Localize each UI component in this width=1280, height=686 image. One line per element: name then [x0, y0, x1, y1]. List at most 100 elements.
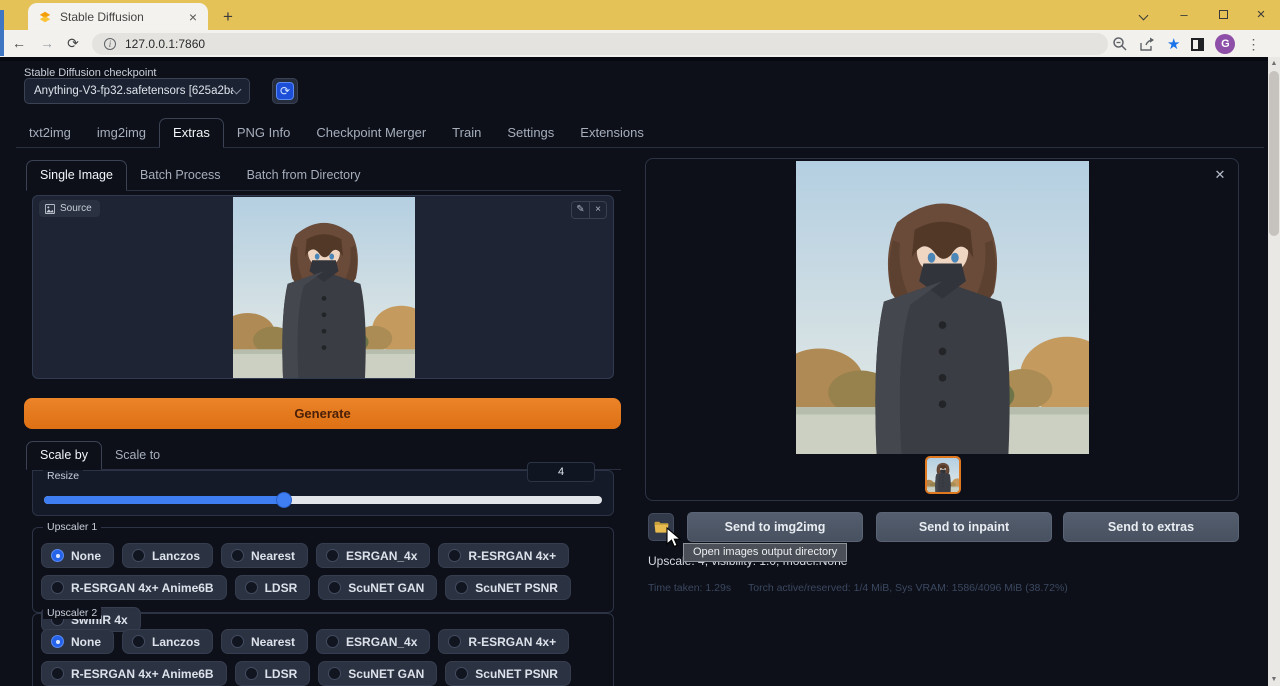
result-image[interactable] — [796, 161, 1089, 454]
page-scrollbar[interactable]: ▲ ▼ — [1268, 57, 1280, 686]
mouse-cursor — [666, 527, 682, 549]
site-info-icon[interactable]: i — [104, 38, 116, 50]
folder-tooltip: Open images output directory — [683, 543, 847, 562]
resize-slider[interactable] — [44, 493, 602, 507]
radio-nearest[interactable]: Nearest — [221, 629, 308, 654]
upscaler1-label: Upscaler 1 — [43, 521, 101, 533]
new-tab-button[interactable]: + — [216, 5, 240, 29]
tab-single-image[interactable]: Single Image — [26, 160, 127, 191]
share-icon[interactable] — [1139, 37, 1156, 52]
radio-scunet-psnr[interactable]: ScuNET PSNR — [445, 661, 571, 686]
radio-scunet-gan[interactable]: ScuNET GAN — [318, 575, 437, 600]
radio-esrgan4x[interactable]: ESRGAN_4x — [316, 629, 430, 654]
radio-icon — [448, 635, 461, 648]
scrollbar-thumb[interactable] — [1269, 71, 1279, 236]
send-to-inpaint-button[interactable]: Send to inpaint — [876, 512, 1052, 542]
refresh-checkpoints-button[interactable]: ⟳ — [272, 78, 298, 104]
resize-number-input[interactable]: 4 — [527, 462, 595, 482]
scroll-down-icon[interactable]: ▼ — [1268, 673, 1280, 686]
send-to-img2img-button[interactable]: Send to img2img — [687, 512, 863, 542]
source-image-dropzone[interactable]: Source ✎ × — [32, 195, 614, 379]
vram-text: Torch active/reserved: 1/4 MiB, Sys VRAM… — [748, 582, 1068, 594]
generate-button[interactable]: Generate — [24, 398, 621, 429]
browser-tab[interactable]: Stable Diffusion × — [28, 3, 208, 30]
address-bar[interactable]: i 127.0.0.1:7860 — [92, 33, 1108, 55]
tab-checkpoint-merger[interactable]: Checkpoint Merger — [303, 119, 439, 147]
slider-handle[interactable] — [277, 493, 291, 507]
radio-lanczos[interactable]: Lanczos — [122, 629, 213, 654]
radio-icon — [326, 549, 339, 562]
tab-scale-by[interactable]: Scale by — [26, 441, 102, 470]
tab-img2img[interactable]: img2img — [84, 119, 159, 147]
close-window-button[interactable]: × — [1246, 0, 1276, 30]
radio-icon — [245, 581, 258, 594]
radio-resrgan4x[interactable]: R-ESRGAN 4x+ — [438, 629, 569, 654]
tab-extras[interactable]: Extras — [159, 118, 224, 148]
thumbnail-image — [927, 458, 959, 492]
result-gallery: ✕ — [645, 158, 1239, 501]
tab-scale-to[interactable]: Scale to — [102, 442, 173, 469]
back-button[interactable]: ← — [8, 33, 30, 55]
radio-resrgan-anime6b[interactable]: R-ESRGAN 4x+ Anime6B — [41, 661, 227, 686]
browser-menu-icon[interactable]: ⋮ — [1246, 36, 1260, 53]
send-to-extras-button[interactable]: Send to extras — [1063, 512, 1239, 542]
radio-scunet-gan[interactable]: ScuNET GAN — [318, 661, 437, 686]
tabsearch-chevron-icon[interactable] — [1128, 0, 1158, 30]
radio-none[interactable]: None — [41, 629, 114, 654]
radio-icon — [231, 635, 244, 648]
tab-train[interactable]: Train — [439, 119, 494, 147]
resize-block: Resize 4 — [32, 470, 614, 516]
radio-icon — [455, 581, 468, 594]
radio-icon — [455, 667, 468, 680]
image-tools: ✎ × — [571, 201, 607, 219]
radio-resrgan4x[interactable]: R-ESRGAN 4x+ — [438, 543, 569, 568]
window-edge-accent — [0, 10, 4, 56]
radio-esrgan4x[interactable]: ESRGAN_4x — [316, 543, 430, 568]
minimize-button[interactable]: – — [1169, 0, 1199, 30]
tab-extensions[interactable]: Extensions — [567, 119, 657, 147]
forward-button[interactable]: → — [36, 33, 58, 55]
slider-fill — [44, 496, 284, 504]
tab-settings[interactable]: Settings — [494, 119, 567, 147]
radio-lanczos[interactable]: Lanczos — [122, 543, 213, 568]
radio-ldsr[interactable]: LDSR — [235, 661, 311, 686]
maximize-button[interactable] — [1208, 0, 1238, 30]
sidepanel-icon[interactable] — [1191, 38, 1204, 51]
radio-icon — [51, 549, 64, 562]
radio-icon — [328, 581, 341, 594]
radio-icon — [231, 549, 244, 562]
radio-icon — [448, 549, 461, 562]
gallery-close-icon[interactable]: ✕ — [1212, 167, 1228, 183]
scroll-up-icon[interactable]: ▲ — [1268, 57, 1280, 70]
chevron-down-icon — [232, 84, 242, 94]
tab-batch-from-directory[interactable]: Batch from Directory — [234, 161, 374, 190]
upscaler1-block: Upscaler 1 None Lanczos Nearest ESRGAN_4… — [32, 527, 614, 613]
clear-image-icon[interactable]: × — [589, 202, 606, 218]
time-taken-text: Time taken: 1.29s — [648, 582, 731, 594]
edit-pencil-icon[interactable]: ✎ — [572, 202, 589, 218]
radio-nearest[interactable]: Nearest — [221, 543, 308, 568]
checkpoint-value: Anything-V3-fp32.safetensors [625a2ba2] — [34, 85, 233, 97]
radio-resrgan-anime6b[interactable]: R-ESRGAN 4x+ Anime6B — [41, 575, 227, 600]
radio-icon — [51, 581, 64, 594]
source-chip-label: Source — [60, 203, 92, 214]
radio-icon — [51, 667, 64, 680]
zoom-icon[interactable] — [1112, 36, 1128, 52]
app-window: Stable Diffusion × + – × ← → ⟳ i 127.0.0… — [0, 0, 1280, 686]
chrome-page-divider — [0, 57, 1280, 61]
main-tabbar: txt2img img2img Extras PNG Info Checkpoi… — [16, 118, 1264, 148]
source-image[interactable] — [233, 197, 415, 378]
profile-avatar[interactable]: G — [1215, 34, 1235, 54]
tab-txt2img[interactable]: txt2img — [16, 119, 84, 147]
checkpoint-dropdown[interactable]: Anything-V3-fp32.safetensors [625a2ba2] — [24, 78, 250, 104]
bookmark-star-icon[interactable]: ★ — [1167, 35, 1180, 53]
tab-close-icon[interactable]: × — [186, 9, 200, 25]
result-thumbnail[interactable] — [925, 456, 961, 494]
performance-info: Time taken: 1.29s Torch active/reserved:… — [648, 582, 1068, 594]
radio-none[interactable]: None — [41, 543, 114, 568]
reload-button[interactable]: ⟳ — [62, 33, 84, 55]
radio-ldsr[interactable]: LDSR — [235, 575, 311, 600]
tab-batch-process[interactable]: Batch Process — [127, 161, 234, 190]
radio-scunet-psnr[interactable]: ScuNET PSNR — [445, 575, 571, 600]
tab-png-info[interactable]: PNG Info — [224, 119, 303, 147]
